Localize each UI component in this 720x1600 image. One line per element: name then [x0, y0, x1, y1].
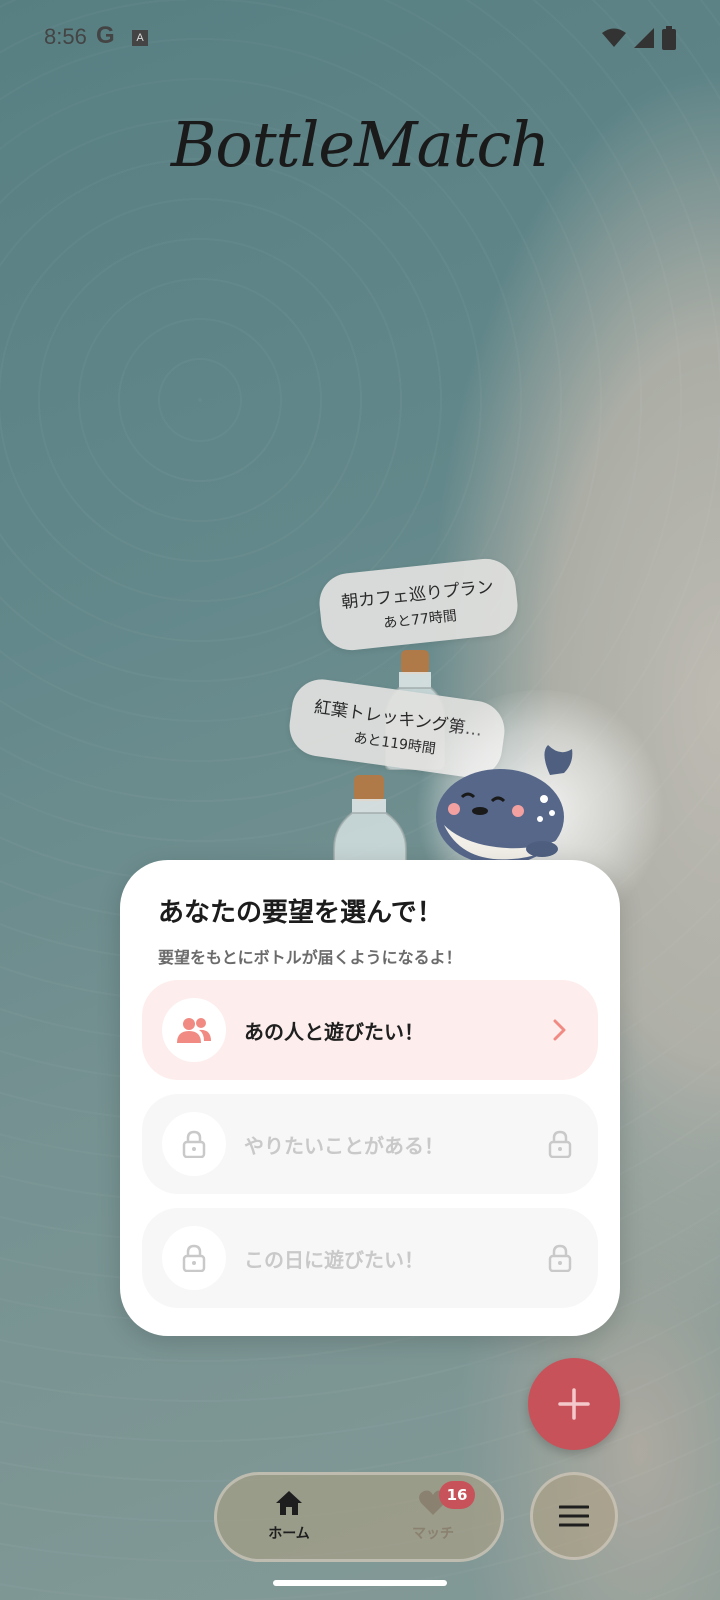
lock-icon [540, 1124, 580, 1164]
option-label: あの人と遊びたい！ [244, 1020, 424, 1044]
chevron-right-icon [540, 1010, 580, 1050]
whale-mascot-icon [432, 745, 592, 879]
wifi-icon [602, 28, 626, 47]
people-icon [162, 998, 226, 1062]
option-label: やりたいことがある！ [244, 1134, 444, 1158]
status-time: 8:56 [44, 24, 87, 49]
menu-button[interactable] [530, 1472, 618, 1560]
lock-icon [162, 1112, 226, 1176]
nav-match-label: マッチ [412, 1526, 454, 1542]
match-count-badge: 16 [439, 1481, 475, 1509]
request-selection-dialog: あなたの要望を選んで！ 要望をもとにボトルが届くようになるよ！ あの人と遊びたい… [120, 860, 620, 1336]
option-play-on-date[interactable]: この日に遊びたい！ [142, 1208, 598, 1308]
home-icon [276, 1491, 302, 1515]
status-bar: 8:56 G A [0, 0, 720, 78]
gesture-home-indicator[interactable] [273, 1580, 447, 1586]
nav-home[interactable]: ホーム [239, 1489, 339, 1543]
nav-home-label: ホーム [268, 1526, 310, 1542]
status-icons [602, 26, 676, 50]
hamburger-icon [559, 1505, 589, 1527]
battery-icon [662, 26, 676, 50]
bottom-navigation: ホーム マッチ 16 [214, 1472, 504, 1562]
signal-icon [634, 28, 654, 48]
app-title: BottleMatch [170, 108, 550, 181]
lock-icon [162, 1226, 226, 1290]
lock-icon [540, 1238, 580, 1278]
dialog-subtitle: 要望をもとにボトルが届くようになるよ！ [158, 948, 462, 967]
add-bottle-button[interactable] [528, 1358, 620, 1450]
option-label: この日に遊びたい！ [244, 1248, 424, 1272]
dialog-title: あなたの要望を選んで！ [158, 898, 443, 928]
plus-icon [558, 1388, 590, 1420]
google-icon: G [96, 22, 115, 49]
option-something-to-do[interactable]: やりたいことがある！ [142, 1094, 598, 1194]
app-notification-icon: A [132, 30, 148, 46]
option-play-with-person[interactable]: あの人と遊びたい！ [142, 980, 598, 1080]
